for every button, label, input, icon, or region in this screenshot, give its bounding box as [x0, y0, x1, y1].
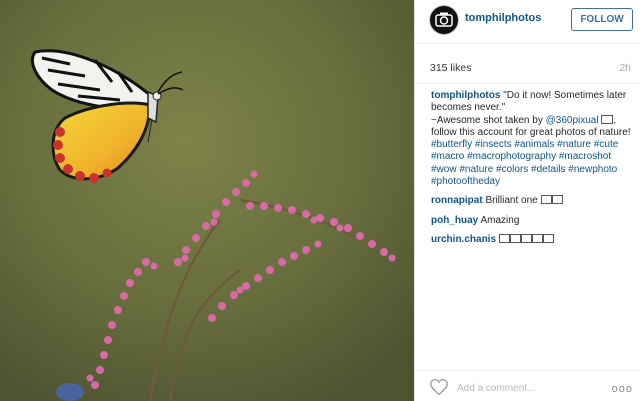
- comment-username[interactable]: urchin.chanis: [431, 234, 496, 245]
- comment-item: ronnapipat Brilliant one: [431, 195, 631, 207]
- emoji-icon: [551, 195, 563, 205]
- post-side-panel: tomphilphotos FOLLOW 315 likes 2h tomphi…: [414, 0, 640, 401]
- comment-username[interactable]: poh_huay: [431, 215, 478, 226]
- comment-text: Amazing: [480, 214, 520, 226]
- emoji-icon: [601, 114, 614, 124]
- comment-item: poh_huay Amazing: [431, 215, 631, 227]
- emoji-icon: [540, 195, 552, 205]
- caption-line3: follow this account for great photos of …: [431, 126, 631, 138]
- post-footer: Add a comment... ooo: [415, 370, 640, 401]
- heart-icon[interactable]: [429, 378, 449, 396]
- post-stats: 315 likes 2h: [415, 44, 640, 84]
- comments-list: tomphilphotos "Do it now! Sometimes late…: [431, 90, 631, 253]
- butterfly-flower-image: [0, 0, 414, 401]
- add-comment-input[interactable]: Add a comment...: [457, 383, 535, 394]
- header-username[interactable]: tomphilphotos: [465, 12, 541, 24]
- comment-username[interactable]: ronnapipat: [431, 195, 483, 206]
- caption-line2: ~Awesome shot taken by: [431, 114, 546, 126]
- emoji-icon: [542, 233, 554, 243]
- follow-button[interactable]: FOLLOW: [571, 8, 633, 31]
- likes-count[interactable]: 315 likes: [430, 62, 471, 74]
- post-header: tomphilphotos FOLLOW: [415, 0, 640, 44]
- comment-item: urchin.chanis: [431, 233, 631, 246]
- emoji-icon: [520, 233, 532, 243]
- caption-username[interactable]: tomphilphotos: [431, 90, 500, 101]
- emoji-icon: [498, 233, 510, 243]
- emoji-icon: [531, 233, 543, 243]
- post-photo[interactable]: [0, 0, 414, 401]
- post-time[interactable]: 2h: [619, 62, 631, 74]
- ellipsis-icon[interactable]: ooo: [612, 383, 633, 395]
- camera-logo-icon[interactable]: [429, 5, 459, 35]
- caption-mention[interactable]: @360pixual: [546, 115, 599, 126]
- emoji-icon: [509, 233, 521, 243]
- caption: tomphilphotos "Do it now! Sometimes late…: [431, 90, 631, 188]
- comment-text: Brilliant one: [485, 195, 538, 207]
- caption-hashtags[interactable]: #butterfly #insects #animals #nature #cu…: [431, 139, 631, 188]
